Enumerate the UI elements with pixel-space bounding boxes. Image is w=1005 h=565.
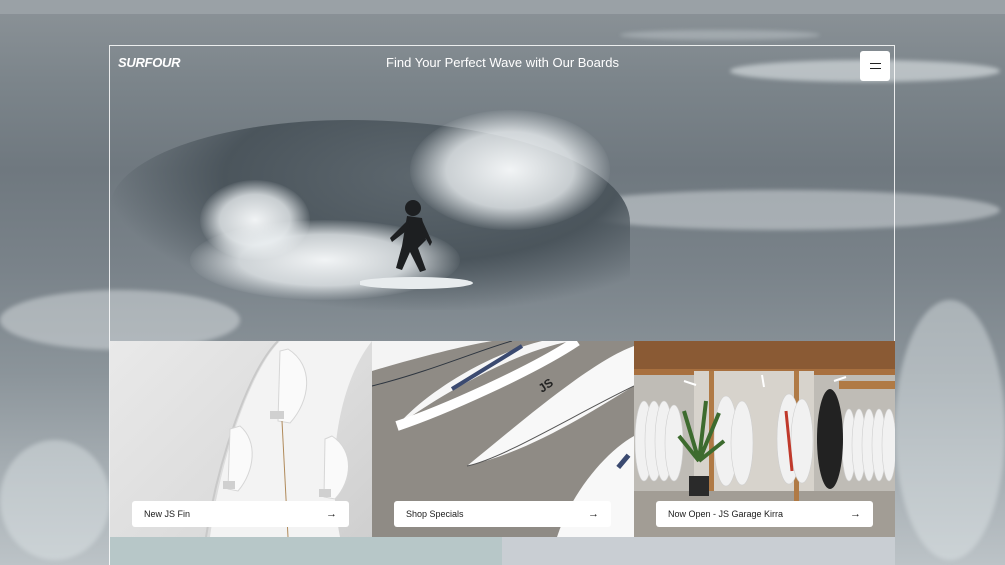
hero-tagline: Find Your Perfect Wave with Our Boards xyxy=(386,55,619,70)
site-logo[interactable]: SURFOUR xyxy=(118,55,180,70)
promo-tile-new-fin[interactable]: New JS Fin → xyxy=(110,341,372,537)
horizon xyxy=(0,0,1005,14)
promo-tile-shop-specials[interactable]: JS Shop Specials → xyxy=(372,341,634,537)
arrow-right-icon: → xyxy=(588,508,599,520)
promo-tile-garage-kirra[interactable]: Now Open - JS Garage Kirra → xyxy=(634,341,895,537)
arrow-right-icon: → xyxy=(850,508,861,520)
menu-button[interactable] xyxy=(860,51,890,81)
tile-card[interactable]: Shop Specials → xyxy=(394,501,611,527)
tile-label: New JS Fin xyxy=(144,509,191,519)
tile-label: Shop Specials xyxy=(406,509,464,519)
tile-label: Now Open - JS Garage Kirra xyxy=(668,509,784,519)
hamburger-menu-icon xyxy=(869,62,881,65)
tile-card[interactable]: Now Open - JS Garage Kirra → xyxy=(656,501,873,527)
tile-card[interactable]: New JS Fin → xyxy=(132,501,349,527)
arrow-right-icon: → xyxy=(326,508,337,520)
bottom-panel-left xyxy=(110,537,502,565)
page: SURFOUR Find Your Perfect Wave with Our … xyxy=(0,0,1005,565)
bottom-panel-right xyxy=(502,537,895,565)
